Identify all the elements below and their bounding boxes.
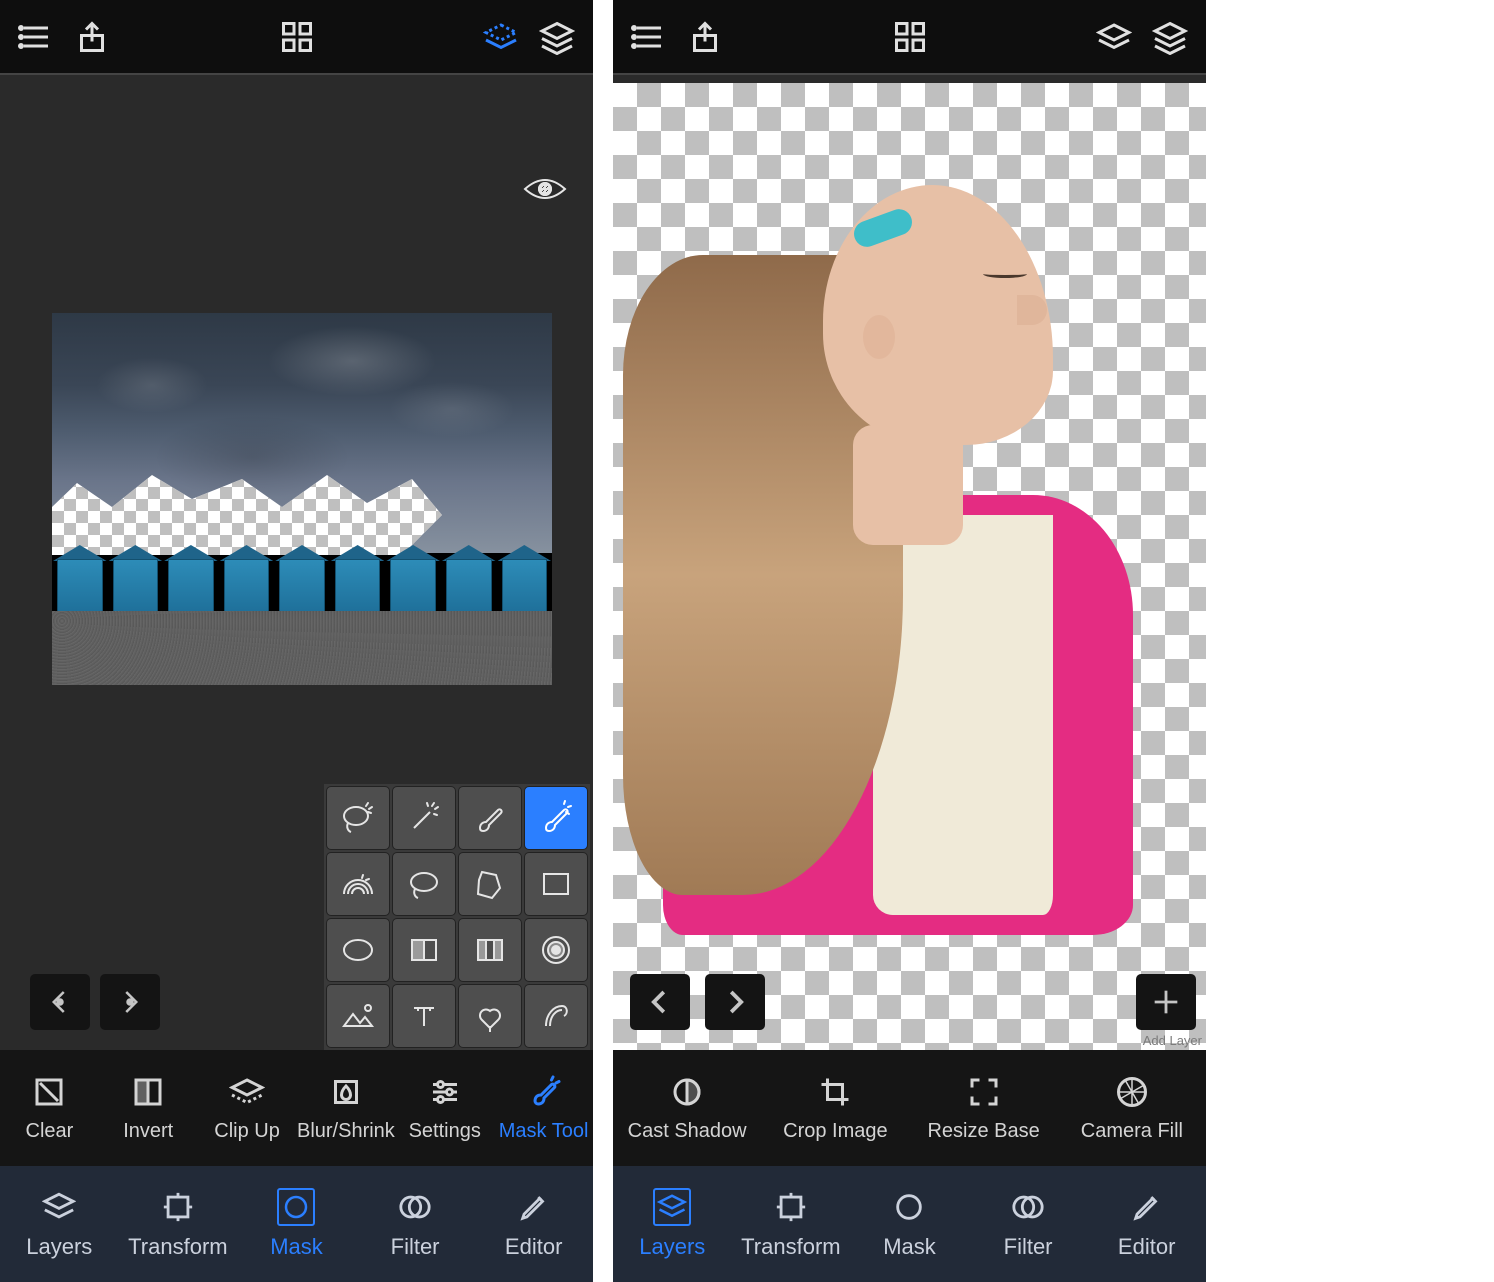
tool-radial[interactable]: [524, 918, 588, 982]
tool-smart-brush[interactable]: [524, 786, 588, 850]
tab-label: Editor: [1118, 1234, 1175, 1260]
action-label: Clip Up: [214, 1120, 280, 1143]
action-label: Resize Base: [927, 1120, 1039, 1143]
action-label: Cast Shadow: [628, 1120, 747, 1143]
tab-layers[interactable]: Layers: [613, 1166, 732, 1282]
tab-mask[interactable]: Mask: [237, 1166, 356, 1282]
mask-layers-icon[interactable]: [483, 19, 519, 55]
topbar: [613, 0, 1206, 75]
tab-transform[interactable]: Transform: [732, 1166, 851, 1282]
mask-actions: Clear Invert Clip Up Blur/Shrink Setting…: [0, 1050, 593, 1166]
canvas[interactable]: [0, 75, 593, 1050]
add-layer-label: Add Layer: [1143, 1033, 1202, 1048]
action-label: Clear: [26, 1120, 74, 1143]
tab-editor[interactable]: Editor: [1087, 1166, 1206, 1282]
action-clear[interactable]: Clear: [0, 1074, 99, 1143]
tool-gradient-linear[interactable]: [392, 918, 456, 982]
layer-actions: Cast Shadow Crop Image Resize Base Camer…: [613, 1050, 1206, 1166]
tab-layers[interactable]: Layers: [0, 1166, 119, 1282]
action-clip-up[interactable]: Clip Up: [198, 1074, 297, 1143]
tab-editor[interactable]: Editor: [474, 1166, 593, 1282]
topbar: [0, 0, 593, 75]
grid-icon[interactable]: [279, 19, 315, 55]
action-label: Invert: [123, 1120, 173, 1143]
action-blur-shrink[interactable]: Blur/Shrink: [296, 1074, 395, 1143]
tab-transform[interactable]: Transform: [119, 1166, 238, 1282]
tab-filter[interactable]: Filter: [356, 1166, 475, 1282]
action-invert[interactable]: Invert: [99, 1074, 198, 1143]
action-label: Camera Fill: [1081, 1120, 1183, 1143]
tool-polygon[interactable]: [458, 852, 522, 916]
stack-icon[interactable]: [1152, 19, 1188, 55]
pane-layers: Add Layer Cast Shadow Crop Image Resize …: [613, 0, 1206, 1282]
tool-ellipse[interactable]: [326, 918, 390, 982]
beach-huts: [52, 545, 552, 615]
add-layer-button[interactable]: [1136, 974, 1196, 1030]
list-icon[interactable]: [18, 19, 54, 55]
tool-rectangle[interactable]: [524, 852, 588, 916]
action-crop-image[interactable]: Crop Image: [761, 1074, 909, 1143]
tool-scene[interactable]: [326, 984, 390, 1048]
action-settings[interactable]: Settings: [395, 1074, 494, 1143]
stack-outline-icon[interactable]: [1096, 19, 1132, 55]
cutout-subject[interactable]: [623, 195, 1163, 955]
tab-label: Layers: [639, 1234, 705, 1260]
tab-label: Editor: [505, 1234, 562, 1260]
pane-mask: Clear Invert Clip Up Blur/Shrink Setting…: [0, 0, 593, 1282]
tool-text[interactable]: [392, 984, 456, 1048]
tab-label: Filter: [391, 1234, 440, 1260]
next-button[interactable]: [100, 974, 160, 1030]
list-icon[interactable]: [631, 19, 667, 55]
tab-label: Filter: [1004, 1234, 1053, 1260]
tool-gradient-split[interactable]: [458, 918, 522, 982]
action-label: Settings: [409, 1120, 481, 1143]
tool-shape[interactable]: [458, 984, 522, 1048]
mask-tool-palette: [324, 784, 590, 1050]
tab-mask[interactable]: Mask: [850, 1166, 969, 1282]
stack-icon[interactable]: [539, 19, 575, 55]
tab-label: Mask: [270, 1234, 323, 1260]
tool-magic-wand[interactable]: [392, 786, 456, 850]
canvas[interactable]: Add Layer: [613, 75, 1206, 1050]
bottom-tabs: Layers Transform Mask Filter Editor: [0, 1166, 593, 1282]
tool-arc[interactable]: [326, 852, 390, 916]
tool-magic-lasso[interactable]: [326, 786, 390, 850]
tool-hair[interactable]: [524, 984, 588, 1048]
action-mask-tool[interactable]: Mask Tool: [494, 1074, 593, 1143]
tab-label: Layers: [26, 1234, 92, 1260]
visibility-toggle-icon[interactable]: [523, 175, 567, 208]
tool-lasso[interactable]: [392, 852, 456, 916]
bottom-tabs: Layers Transform Mask Filter Editor: [613, 1166, 1206, 1282]
prev-button[interactable]: [30, 974, 90, 1030]
tab-filter[interactable]: Filter: [969, 1166, 1088, 1282]
tab-label: Transform: [128, 1234, 227, 1260]
action-label: Mask Tool: [499, 1120, 589, 1143]
action-resize-base[interactable]: Resize Base: [910, 1074, 1058, 1143]
action-label: Blur/Shrink: [297, 1120, 395, 1143]
grid-icon[interactable]: [892, 19, 928, 55]
share-icon[interactable]: [687, 19, 723, 55]
next-button[interactable]: [705, 974, 765, 1030]
share-icon[interactable]: [74, 19, 110, 55]
tab-label: Mask: [883, 1234, 936, 1260]
prev-button[interactable]: [630, 974, 690, 1030]
image-preview[interactable]: [52, 313, 552, 685]
action-label: Crop Image: [783, 1120, 888, 1143]
action-camera-fill[interactable]: Camera Fill: [1058, 1074, 1206, 1143]
action-cast-shadow[interactable]: Cast Shadow: [613, 1074, 761, 1143]
tool-brush[interactable]: [458, 786, 522, 850]
tab-label: Transform: [741, 1234, 840, 1260]
